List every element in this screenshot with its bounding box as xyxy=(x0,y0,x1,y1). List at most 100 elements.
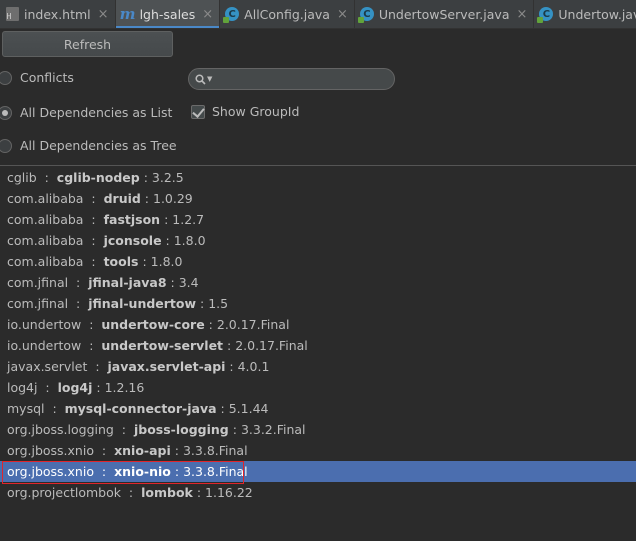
version-separator: : xyxy=(216,401,229,416)
dependency-version: 3.3.8.Final xyxy=(182,443,248,458)
list-item[interactable]: org.projectlombok : lombok : 1.16.22 xyxy=(0,482,636,503)
dependency-artifact: mysql-connector-java xyxy=(64,401,217,416)
search-field[interactable]: ▼ xyxy=(188,68,395,90)
close-icon[interactable]: × xyxy=(516,8,527,21)
group-separator: : xyxy=(68,296,89,311)
tab-undertow-java[interactable]: C Undertow.java xyxy=(534,0,636,28)
tab-label: AllConfig.java xyxy=(244,6,330,22)
search-icon[interactable]: ▼ xyxy=(195,73,213,85)
dependency-group: org.projectlombok xyxy=(7,485,121,500)
group-separator: : xyxy=(81,317,102,332)
list-item[interactable]: com.jfinal : jfinal-undertow : 1.5 xyxy=(0,293,636,314)
dependency-group: log4j xyxy=(7,380,38,395)
conflicts-radio[interactable] xyxy=(0,70,12,85)
tab-label: Undertow.java xyxy=(558,6,636,22)
refresh-button[interactable]: Refresh xyxy=(2,31,173,57)
close-icon[interactable]: × xyxy=(337,8,348,21)
dependency-artifact: jfinal-java8 xyxy=(88,275,167,290)
search-input[interactable] xyxy=(216,72,387,86)
list-item[interactable]: com.alibaba : tools : 1.8.0 xyxy=(0,251,636,272)
dependency-group: cglib xyxy=(7,170,37,185)
dependency-version: 3.3.2.Final xyxy=(240,422,306,437)
divider xyxy=(0,165,636,166)
java-class-icon: C xyxy=(537,6,554,23)
version-separator: : xyxy=(225,359,238,374)
tab-label: UndertowServer.java xyxy=(378,6,510,22)
all-dependencies-list-label: All Dependencies as List xyxy=(20,105,173,120)
list-item[interactable]: com.alibaba : fastjson : 1.2.7 xyxy=(0,209,636,230)
show-groupid-option[interactable]: Show GroupId xyxy=(191,104,299,119)
list-item[interactable]: com.alibaba : jconsole : 1.8.0 xyxy=(0,230,636,251)
java-class-icon: C xyxy=(357,6,375,23)
show-groupid-checkbox[interactable] xyxy=(191,104,205,119)
dependency-group: org.jboss.xnio xyxy=(7,443,94,458)
list-item[interactable]: com.jfinal : jfinal-java8 : 3.4 xyxy=(0,272,636,293)
dependency-artifact: cglib-nodep xyxy=(56,170,140,185)
close-icon[interactable]: × xyxy=(98,8,109,21)
list-item[interactable]: mysql : mysql-connector-java : 5.1.44 xyxy=(0,398,636,419)
show-groupid-label: Show GroupId xyxy=(212,104,300,119)
list-item[interactable]: org.jboss.xnio : xnio-api : 3.3.8.Final xyxy=(0,440,636,461)
editor-tab-bar: H index.html × m lgh-sales × C AllConfig… xyxy=(0,0,636,29)
dependency-artifact: druid xyxy=(103,191,141,206)
all-dependencies-tree-radio[interactable] xyxy=(0,138,12,153)
all-dependencies-list-radio[interactable] xyxy=(0,105,12,120)
tab-allconfig-java[interactable]: C AllConfig.java × xyxy=(220,0,355,28)
tab-lgh-sales[interactable]: m lgh-sales × xyxy=(115,0,221,28)
list-item[interactable]: cglib : cglib-nodep : 3.2.5 xyxy=(0,167,636,188)
all-dependencies-tree-option[interactable]: All Dependencies as Tree xyxy=(0,138,177,153)
group-separator: : xyxy=(93,464,115,479)
dependency-artifact: jfinal-undertow xyxy=(88,296,197,311)
dependency-artifact: tools xyxy=(103,254,139,269)
group-separator: : xyxy=(81,338,102,353)
dependency-group: com.jfinal xyxy=(7,296,69,311)
dependency-artifact: lombok xyxy=(141,485,193,500)
all-dependencies-list-option[interactable]: All Dependencies as List xyxy=(0,105,172,120)
list-item[interactable]: io.undertow : undertow-servlet : 2.0.17.… xyxy=(0,335,636,356)
group-separator: : xyxy=(120,485,142,500)
maven-module-icon: m xyxy=(119,4,136,23)
dependency-artifact: xnio-api xyxy=(114,443,171,458)
tab-undertowserver-java[interactable]: C UndertowServer.java × xyxy=(355,0,535,28)
close-icon[interactable]: × xyxy=(202,8,213,21)
dependency-version: 1.2.7 xyxy=(172,212,205,227)
dependency-group: com.alibaba xyxy=(7,212,84,227)
dependency-group: org.jboss.xnio xyxy=(7,464,94,479)
chevron-down-icon: ▼ xyxy=(207,75,213,83)
dependency-version: 5.1.44 xyxy=(228,401,269,416)
dependency-list[interactable]: cglib : cglib-nodep : 3.2.5 com.alibaba :… xyxy=(0,167,636,503)
dependency-group: com.alibaba xyxy=(7,191,84,206)
list-item[interactable]: io.undertow : undertow-core : 2.0.17.Fin… xyxy=(0,314,636,335)
dependency-version: 1.16.22 xyxy=(205,485,253,500)
tab-label: index.html xyxy=(24,6,91,22)
dependency-group: org.jboss.logging xyxy=(7,422,114,437)
version-separator: : xyxy=(223,338,236,353)
dependency-version: 3.2.5 xyxy=(151,170,184,185)
html-file-icon: H xyxy=(4,6,20,22)
group-separator: : xyxy=(83,191,104,206)
group-separator: : xyxy=(83,212,104,227)
list-item[interactable]: log4j : log4j : 1.2.16 xyxy=(0,377,636,398)
java-class-icon: C xyxy=(223,6,240,23)
list-item[interactable]: javax.servlet : javax.servlet-api : 4.0.… xyxy=(0,356,636,377)
dependency-version: 3.4 xyxy=(178,275,199,290)
list-item[interactable]: org.jboss.logging : jboss-logging : 3.3.… xyxy=(0,419,636,440)
dependency-group: com.alibaba xyxy=(7,233,84,248)
version-separator: : xyxy=(160,212,173,227)
dependency-artifact: undertow-servlet xyxy=(101,338,224,353)
tab-index-html[interactable]: H index.html × xyxy=(0,0,116,28)
version-separator: : xyxy=(138,254,151,269)
tab-label: lgh-sales xyxy=(139,6,196,22)
list-item[interactable]: com.alibaba : druid : 1.0.29 xyxy=(0,188,636,209)
list-item[interactable]: org.jboss.xnio : xnio-nio : 3.3.8.Final xyxy=(0,461,636,484)
group-separator: : xyxy=(113,422,134,437)
dependency-group: io.undertow xyxy=(7,338,82,353)
group-separator: : xyxy=(83,254,104,269)
dependency-version: 4.0.1 xyxy=(237,359,270,374)
version-separator: : xyxy=(170,443,183,458)
dependency-group: mysql xyxy=(7,401,45,416)
version-separator: : xyxy=(92,380,105,395)
conflicts-option[interactable]: Conflicts xyxy=(0,70,74,85)
group-separator: : xyxy=(36,170,57,185)
dependency-version: 1.2.16 xyxy=(104,380,145,395)
